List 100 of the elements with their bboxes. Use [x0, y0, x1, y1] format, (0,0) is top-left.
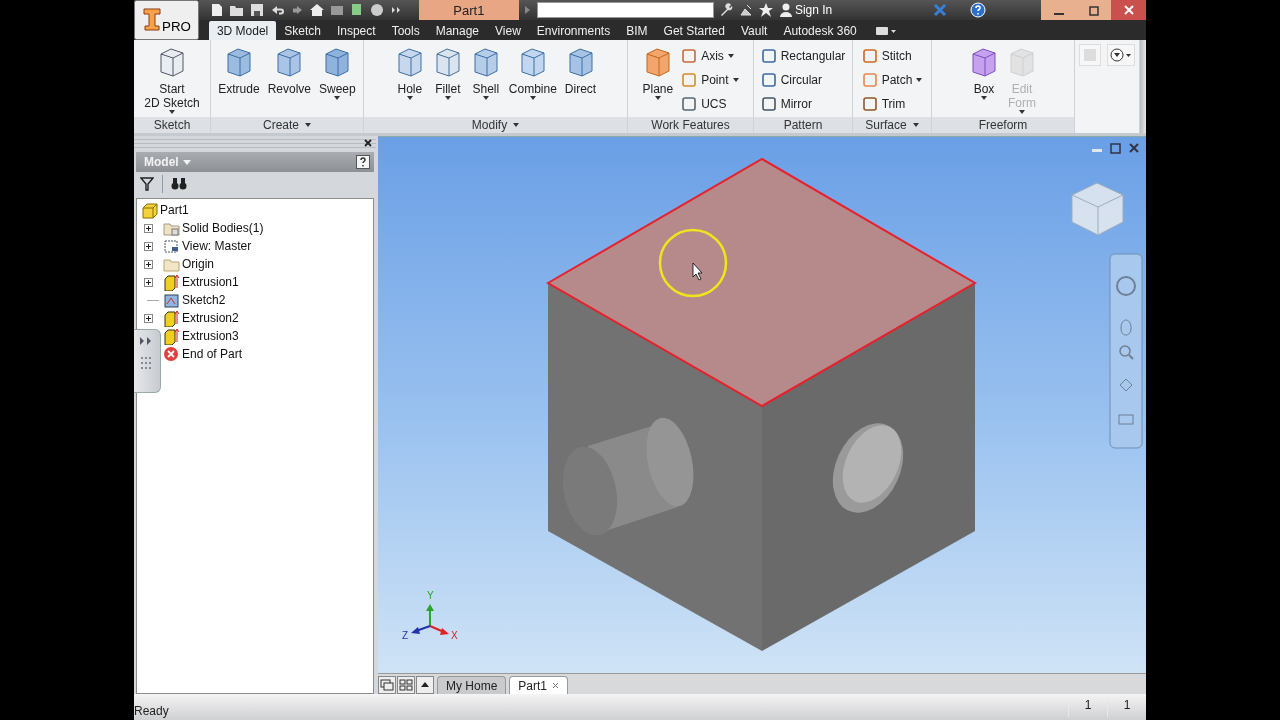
- axis-label: Y: [427, 590, 434, 601]
- ribbon-tool-button[interactable]: Rectangular: [757, 44, 849, 67]
- ribbon-tool-button[interactable]: Mirror: [757, 92, 849, 115]
- ribbon-tool-button[interactable]: Sweep: [316, 44, 359, 102]
- minimize-icon: [1053, 13, 1064, 15]
- tree-item-label[interactable]: Extrusion2: [182, 311, 239, 325]
- ribbon-tool-button[interactable]: Circular: [757, 68, 849, 91]
- restore-icon[interactable]: [1110, 143, 1121, 154]
- tile-windows-button[interactable]: [397, 676, 415, 694]
- ribbon-tab[interactable]: Get Started: [655, 21, 733, 40]
- ribbon-tab[interactable]: Sketch: [276, 21, 329, 40]
- sketch-icon: [163, 291, 180, 309]
- ribbon-tab[interactable]: Vault: [732, 21, 776, 40]
- edition-label: PRO: [162, 18, 191, 34]
- ribbon-tab[interactable]: Environments: [528, 21, 619, 40]
- sign-in-button[interactable]: Sign In: [777, 3, 835, 17]
- document-tab[interactable]: My Home: [437, 676, 507, 694]
- tree-item-label[interactable]: Extrusion3: [182, 329, 239, 343]
- arrow-up-button[interactable]: [416, 676, 434, 694]
- ribbon-tool-button[interactable]: Extrude: [215, 44, 263, 98]
- view-icon: [163, 237, 180, 255]
- ribbon-tool-button[interactable]: Shell: [467, 44, 504, 102]
- tree-item-label[interactable]: Sketch2: [182, 293, 226, 307]
- user-icon: [779, 3, 792, 17]
- tree-item-label[interactable]: Extrusion1: [182, 275, 239, 289]
- restore-icon: [1087, 4, 1100, 16]
- extrusion-icon: [163, 273, 180, 291]
- ribbon-tab[interactable]: Manage: [427, 21, 488, 40]
- ribbon-group-label[interactable]: Modify: [364, 117, 627, 133]
- ribbon-tool-button[interactable]: Direct: [561, 44, 600, 98]
- ribbon-tool-button[interactable]: Stitch: [858, 44, 926, 67]
- ribbon-group-label[interactable]: Pattern: [754, 117, 852, 133]
- dropdown-menu-icon[interactable]: [1107, 44, 1135, 66]
- cube-icon: [1007, 46, 1037, 78]
- cube-icon: [157, 46, 187, 78]
- ribbon-tool-button[interactable]: Point: [678, 68, 742, 91]
- search-field[interactable]: [536, 2, 714, 18]
- extrusion-icon: [163, 327, 180, 345]
- ribbon-tab[interactable]: View: [487, 21, 529, 40]
- tree-item-label[interactable]: Solid Bodies(1): [182, 221, 264, 235]
- tree-item-label[interactable]: End of Part: [182, 347, 243, 361]
- tool-icon: [760, 47, 777, 64]
- document-tab[interactable]: Part1: [509, 676, 569, 694]
- expand-icon[interactable]: [144, 223, 153, 233]
- tool-icon: [760, 71, 777, 88]
- close-icon[interactable]: [1129, 143, 1139, 153]
- cascade-windows-button[interactable]: [378, 676, 396, 694]
- ribbon-group-label[interactable]: Freeform: [932, 117, 1074, 133]
- application-menu-button[interactable]: PRO: [134, 0, 199, 40]
- ribbon-tab[interactable]: Tools: [383, 21, 428, 40]
- ribbon-group-label[interactable]: Create: [211, 117, 363, 133]
- ribbon-tool-button[interactable]: UCS: [678, 92, 742, 115]
- panel-expand-handle[interactable]: [134, 329, 161, 393]
- filter-icon[interactable]: [140, 177, 154, 191]
- save-icon[interactable]: [248, 2, 265, 18]
- ribbon-tool-button[interactable]: Revolve: [264, 44, 314, 98]
- ribbon-group-label[interactable]: Work Features: [628, 117, 753, 133]
- cube-icon: [969, 46, 999, 78]
- ribbon-tool-button[interactable]: Axis: [678, 44, 742, 67]
- ribbon-tab[interactable]: BIM: [618, 21, 656, 40]
- ribbon-tool-button[interactable]: Fillet: [429, 44, 466, 102]
- home-icon[interactable]: [308, 2, 325, 18]
- ribbon-group-label[interactable]: Sketch: [134, 117, 210, 133]
- star-icon[interactable]: [757, 2, 774, 18]
- close-icon: [552, 682, 560, 689]
- expand-icon[interactable]: [144, 241, 153, 251]
- cube-icon: [141, 201, 158, 219]
- status-counter: 1: [1068, 697, 1107, 717]
- application-logo-icon: [142, 6, 162, 31]
- ribbon-tool-button[interactable]: Hole: [391, 44, 428, 102]
- close-button[interactable]: [1111, 0, 1146, 20]
- tree-item-label[interactable]: Part1: [160, 203, 189, 217]
- ribbon-tab[interactable]: Autodesk 360: [775, 21, 865, 40]
- ribbon-tool-button[interactable]: Combine: [505, 44, 560, 102]
- ribbon-tab[interactable]: Inspect: [328, 21, 384, 40]
- panel-toggle-icon[interactable]: [874, 25, 897, 37]
- tool-icon: [681, 95, 698, 112]
- expand-icon[interactable]: [144, 277, 153, 287]
- tree-item-label[interactable]: View: Master: [182, 239, 252, 253]
- help-icon[interactable]: [356, 155, 370, 169]
- double-arrow-icon: [139, 336, 153, 346]
- expand-icon[interactable]: [144, 313, 153, 323]
- cube-model-drawing[interactable]: [546, 157, 977, 651]
- status-counter: 1: [1107, 697, 1146, 717]
- binoculars-icon[interactable]: [171, 177, 187, 191]
- axis-triad-icon: [411, 604, 449, 635]
- ribbon-tab[interactable]: 3D Model: [208, 21, 277, 40]
- exchange-icon[interactable]: [932, 2, 949, 18]
- expand-icon[interactable]: [144, 259, 153, 269]
- close-icon[interactable]: [364, 139, 372, 147]
- tool-icon: [760, 95, 777, 112]
- tool-icon: [861, 71, 878, 88]
- extrusion-icon: [163, 309, 180, 327]
- ribbon-tool-button[interactable]: Trim: [858, 92, 926, 115]
- tree-item-label[interactable]: Origin: [182, 257, 214, 271]
- ribbon-tool-button[interactable]: Plane: [639, 44, 677, 102]
- ribbon-group-label[interactable]: Surface: [853, 117, 931, 133]
- ribbon-tool-button[interactable]: Start 2D Sketch: [141, 44, 203, 116]
- ribbon-tool-button[interactable]: Box: [966, 44, 1002, 102]
- ribbon-tool-button[interactable]: Patch: [858, 68, 926, 91]
